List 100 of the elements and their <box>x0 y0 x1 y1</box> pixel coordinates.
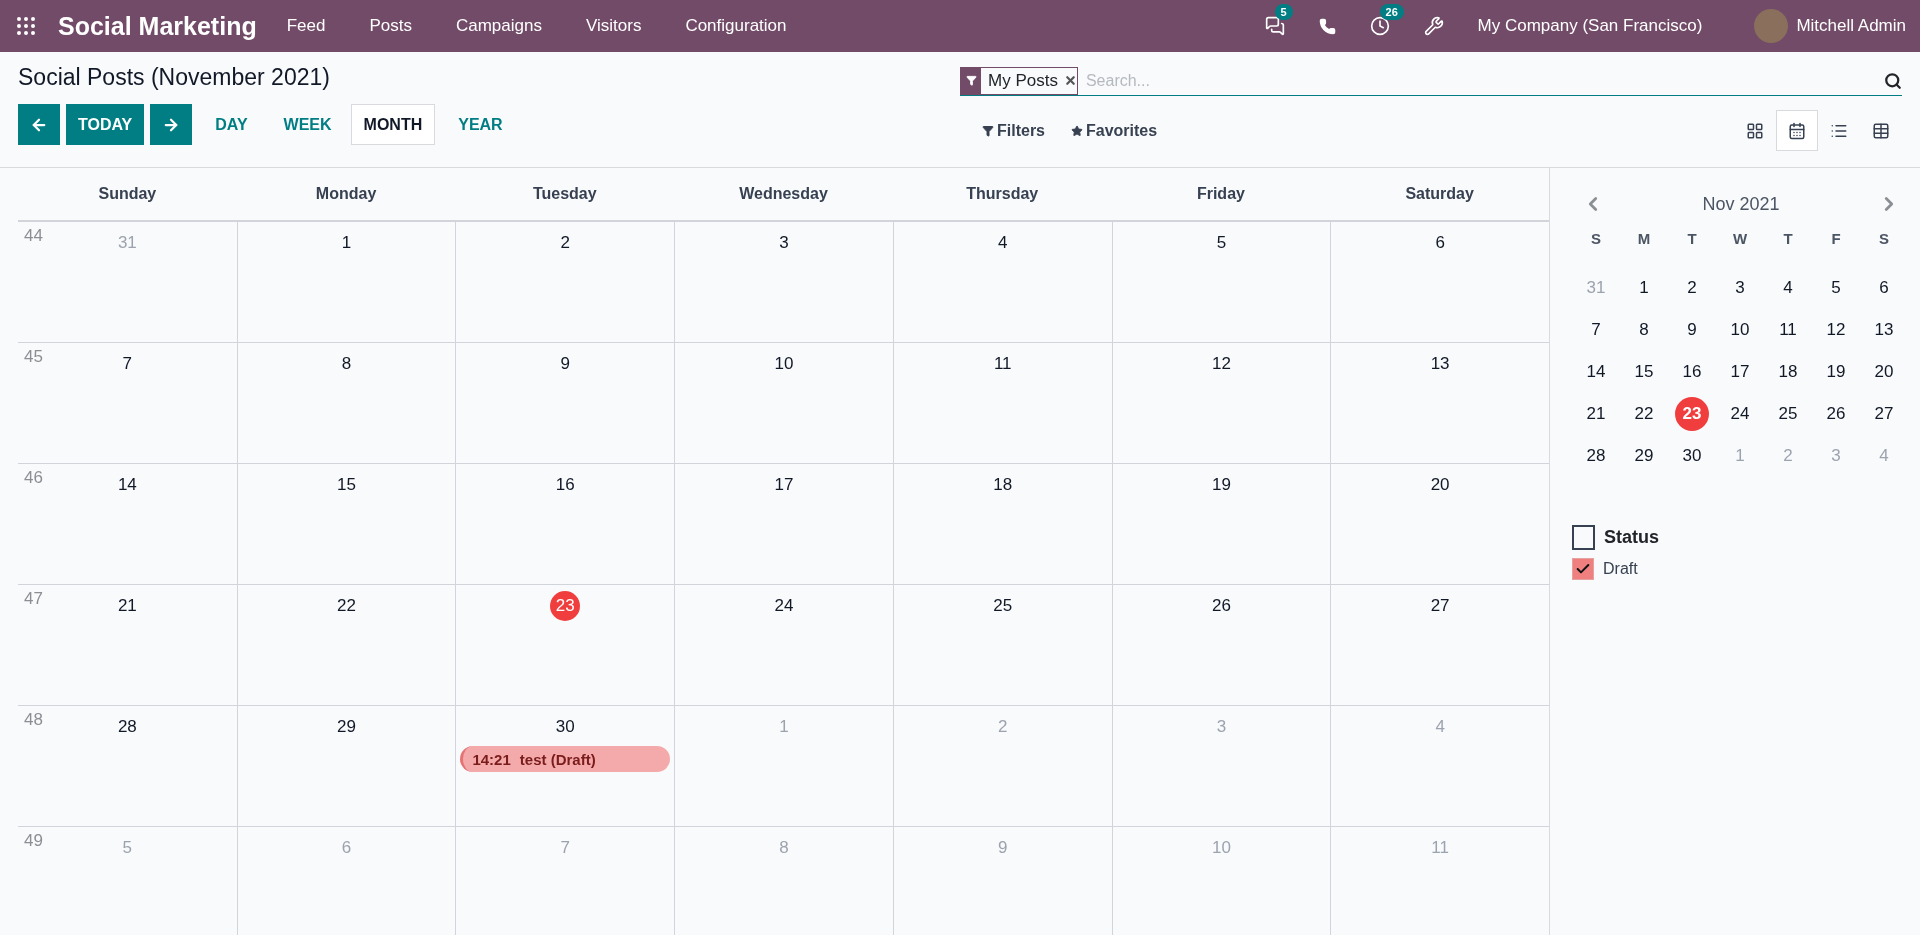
day-number: 13 <box>1429 353 1451 375</box>
day-cell[interactable]: 9 <box>455 343 675 463</box>
company-switcher[interactable]: My Company (San Francisco) <box>1477 16 1703 36</box>
chat-icon[interactable] <box>1264 16 1285 36</box>
day-cell[interactable]: 3 <box>674 222 893 342</box>
app-menu-icon[interactable] <box>14 14 38 38</box>
day-number: 24 <box>773 595 795 617</box>
day-cell[interactable]: 17 <box>674 464 893 584</box>
day-cell[interactable]: 30 14:21 test (Draft) <box>455 706 675 826</box>
mini-day[interactable]: 9 <box>1675 313 1709 347</box>
day-cell[interactable]: 20 <box>1330 464 1549 584</box>
mini-day[interactable]: 8 <box>1627 313 1661 347</box>
day-number: 31 <box>116 232 138 254</box>
mini-day[interactable]: 22 <box>1627 397 1661 431</box>
mini-day[interactable]: 1 <box>1627 271 1661 305</box>
day-cell[interactable]: 18 <box>892 464 1112 584</box>
day-cell[interactable]: 11 <box>892 343 1112 463</box>
day-cell[interactable]: 29 <box>236 706 456 826</box>
mini-day[interactable]: 26 <box>1819 397 1853 431</box>
day-cell[interactable]: 16 <box>455 464 675 584</box>
day-number: 10 <box>773 353 795 375</box>
scale-tab[interactable]: MONTH <box>350 104 436 145</box>
mini-day[interactable]: 24 <box>1723 397 1757 431</box>
checkbox[interactable] <box>1572 525 1595 550</box>
mini-day[interactable]: 14 <box>1579 355 1613 389</box>
day-cell[interactable]: 10 <box>674 343 893 463</box>
day-cell[interactable]: 4 <box>892 222 1112 342</box>
user-menu[interactable]: Mitchell Admin <box>1796 16 1906 36</box>
day-number: 7 <box>121 353 134 375</box>
mini-day[interactable]: 19 <box>1819 355 1853 389</box>
close-icon[interactable] <box>1063 74 1077 87</box>
day-cell[interactable]: 23 <box>455 585 675 705</box>
mini-day[interactable]: 30 <box>1675 439 1709 473</box>
day-cell[interactable]: 1 <box>236 222 456 342</box>
day-cell[interactable]: 24 <box>674 585 893 705</box>
day-cell[interactable]: 12 <box>1111 343 1331 463</box>
day-number: 5 <box>121 837 134 859</box>
day-cell[interactable]: 25 <box>892 585 1112 705</box>
day-cell[interactable]: 45 7 <box>18 343 237 463</box>
mini-day[interactable]: 28 <box>1579 439 1613 473</box>
mini-day[interactable]: 23 <box>1675 397 1709 431</box>
mini-day[interactable]: 3 <box>1723 271 1757 305</box>
day-cell[interactable]: 19 <box>1111 464 1331 584</box>
menu-item[interactable]: Configuration <box>685 16 787 36</box>
scale-tab[interactable]: DAY <box>202 104 261 145</box>
mini-day[interactable]: 29 <box>1627 439 1661 473</box>
mini-day[interactable]: 18 <box>1771 355 1805 389</box>
menu-item[interactable]: Campaigns <box>455 16 542 36</box>
mini-day[interactable]: 2 <box>1675 271 1709 305</box>
filter-facet[interactable]: My Posts <box>960 66 1078 95</box>
mini-day[interactable]: 4 <box>1771 271 1805 305</box>
mini-day[interactable]: 12 <box>1819 313 1853 347</box>
calendar-event[interactable]: 14:21 test (Draft) <box>460 746 671 772</box>
checkbox[interactable] <box>1572 558 1594 580</box>
view-switch-button[interactable] <box>1776 110 1818 151</box>
mini-day[interactable]: 7 <box>1579 313 1613 347</box>
day-cell[interactable]: 8 <box>236 343 456 463</box>
phone-icon[interactable] <box>1318 17 1336 35</box>
mini-day[interactable]: 10 <box>1723 313 1757 347</box>
mini-day[interactable]: 17 <box>1723 355 1757 389</box>
filter-menu-button[interactable]: Filters <box>976 120 1051 141</box>
today-button[interactable]: TODAY <box>66 104 145 145</box>
menu-item[interactable]: Posts <box>369 16 412 36</box>
mini-day[interactable]: 11 <box>1771 313 1805 347</box>
day-number: 1 <box>340 232 353 254</box>
menu-item[interactable]: Visitors <box>585 16 642 36</box>
search-field[interactable]: Search... <box>1083 70 1884 91</box>
day-number: 8 <box>340 353 353 375</box>
mini-day[interactable]: 15 <box>1627 355 1661 389</box>
day-cell[interactable]: 6 <box>1330 222 1549 342</box>
day-cell[interactable]: 27 <box>1330 585 1549 705</box>
day-number: 8 <box>778 837 790 859</box>
day-cell[interactable]: 22 <box>236 585 456 705</box>
mini-day[interactable]: 21 <box>1579 397 1613 431</box>
kanban-view-icon <box>1746 121 1764 140</box>
clock-icon[interactable] <box>1369 16 1390 36</box>
day-cell[interactable]: 26 <box>1111 585 1331 705</box>
day-cell[interactable]: 2 <box>455 222 675 342</box>
previous-button[interactable] <box>18 104 60 145</box>
day-cell[interactable]: 47 21 <box>18 585 237 705</box>
next-button[interactable] <box>150 104 193 145</box>
mini-day[interactable]: 20 <box>1867 355 1901 389</box>
mini-day[interactable]: 13 <box>1867 313 1901 347</box>
scale-tab[interactable]: YEAR <box>445 104 516 145</box>
tools-icon[interactable] <box>1423 16 1444 36</box>
mini-day[interactable]: 25 <box>1771 397 1805 431</box>
day-cell[interactable]: 15 <box>236 464 456 584</box>
day-cell[interactable]: 48 28 <box>18 706 237 826</box>
mini-day[interactable]: 16 <box>1675 355 1709 389</box>
day-cell[interactable]: 5 <box>1111 222 1331 342</box>
day-cell[interactable]: 13 <box>1330 343 1549 463</box>
mini-day[interactable]: 27 <box>1867 397 1901 431</box>
mini-day[interactable]: 5 <box>1819 271 1853 305</box>
day-number: 6 <box>340 837 353 859</box>
search-icon[interactable] <box>1884 71 1902 90</box>
filter-menu-button[interactable]: Favorites <box>1065 120 1164 141</box>
day-cell[interactable]: 46 14 <box>18 464 237 584</box>
mini-day[interactable]: 6 <box>1867 271 1901 305</box>
menu-item[interactable]: Feed <box>286 16 326 36</box>
scale-tab[interactable]: WEEK <box>270 104 345 145</box>
